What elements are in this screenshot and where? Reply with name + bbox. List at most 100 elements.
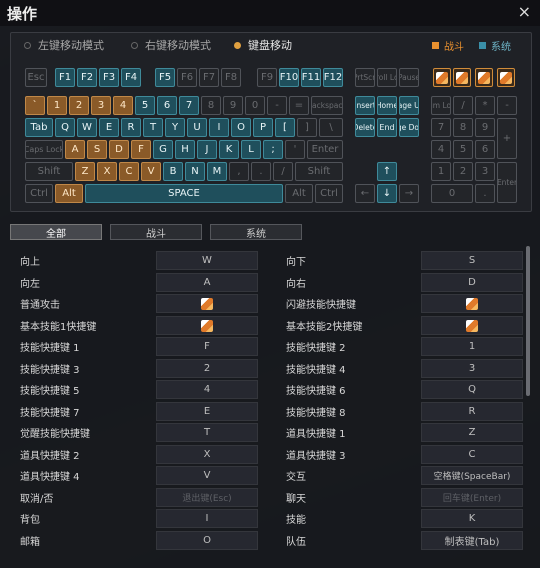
key-left-bracket[interactable]: [ — [275, 118, 295, 137]
binding-key-button[interactable]: O — [156, 531, 258, 550]
key-5[interactable]: 5 — [135, 96, 155, 115]
key-end[interactable]: End — [377, 118, 397, 137]
key-backspace[interactable]: Backspace — [311, 96, 343, 115]
key-quote[interactable]: ' — [285, 140, 305, 159]
key-f4[interactable]: F4 — [121, 68, 141, 87]
binding-key-button[interactable]: 3 — [421, 359, 523, 378]
key-g[interactable]: G — [153, 140, 173, 159]
key-f2[interactable]: F2 — [77, 68, 97, 87]
key-f10[interactable]: F10 — [279, 68, 299, 87]
key-u[interactable]: U — [187, 118, 207, 137]
tab-combat[interactable]: 战斗 — [110, 224, 202, 240]
binding-key-button[interactable]: S — [421, 251, 523, 270]
list-scrollbar[interactable] — [526, 246, 530, 396]
skill-slot-4[interactable] — [497, 68, 515, 87]
key-num-1[interactable]: 1 — [431, 162, 451, 181]
key-shift-right[interactable]: Shift — [295, 162, 343, 181]
key-esc[interactable]: Esc — [25, 68, 47, 87]
key-alt-left[interactable]: Alt — [55, 184, 83, 203]
key-f8[interactable]: F8 — [221, 68, 241, 87]
key-page-up[interactable]: Page Up — [399, 96, 419, 115]
binding-key-button[interactable]: 回车键(Enter) — [421, 488, 523, 507]
binding-key-button[interactable]: 制表键(Tab) — [421, 531, 523, 550]
binding-key-button[interactable]: 空格键(SpaceBar) — [421, 466, 523, 485]
key-insert[interactable]: Insert — [355, 96, 375, 115]
key-o[interactable]: O — [231, 118, 251, 137]
key-f9[interactable]: F9 — [257, 68, 277, 87]
key-l[interactable]: L — [241, 140, 261, 159]
key-r[interactable]: R — [121, 118, 141, 137]
key-ctrl-right[interactable]: Ctrl — [315, 184, 343, 203]
key-y[interactable]: Y — [165, 118, 185, 137]
key-arrow-right[interactable]: → — [399, 184, 419, 203]
key-num-enter[interactable]: Enter — [497, 162, 517, 203]
key-num-decimal[interactable]: . — [475, 184, 495, 203]
binding-key-button[interactable]: W — [156, 251, 258, 270]
key-n[interactable]: N — [185, 162, 205, 181]
key-z[interactable]: Z — [75, 162, 95, 181]
key-t[interactable]: T — [143, 118, 163, 137]
tab-all[interactable]: 全部 — [10, 224, 102, 240]
skill-slot-3[interactable] — [475, 68, 493, 87]
key-1[interactable]: 1 — [47, 96, 67, 115]
binding-key-button[interactable]: K — [421, 509, 523, 528]
key-equals[interactable]: = — [289, 96, 309, 115]
key-q[interactable]: Q — [55, 118, 75, 137]
key-num-3[interactable]: 3 — [475, 162, 495, 181]
key-minus[interactable]: - — [267, 96, 287, 115]
key-num-lock[interactable]: Num Lock — [431, 96, 451, 115]
binding-key-button[interactable]: C — [421, 445, 523, 464]
binding-key-button[interactable] — [156, 316, 258, 335]
key-c[interactable]: C — [119, 162, 139, 181]
key-arrow-left[interactable]: ← — [355, 184, 375, 203]
binding-key-button[interactable]: E — [156, 402, 258, 421]
key-h[interactable]: H — [175, 140, 195, 159]
key-space[interactable]: SPACE — [85, 184, 283, 203]
key-x[interactable]: X — [97, 162, 117, 181]
key-8[interactable]: 8 — [201, 96, 221, 115]
mode-keyboard-radio[interactable]: 键盘移动 — [234, 37, 292, 53]
binding-key-button[interactable] — [421, 316, 523, 335]
key-scroll-lock[interactable]: Scroll Lock — [377, 68, 397, 87]
key-e[interactable]: E — [99, 118, 119, 137]
key-a[interactable]: A — [65, 140, 85, 159]
key-shift-left[interactable]: Shift — [25, 162, 73, 181]
key-s[interactable]: S — [87, 140, 107, 159]
binding-key-button[interactable]: 4 — [156, 380, 258, 399]
key-tab[interactable]: Tab — [25, 118, 53, 137]
mode-left-click-radio[interactable]: 左键移动模式 — [24, 37, 104, 53]
key-num-2[interactable]: 2 — [453, 162, 473, 181]
binding-key-button[interactable]: 1 — [421, 337, 523, 356]
key-num-5[interactable]: 5 — [453, 140, 473, 159]
key-num-7[interactable]: 7 — [431, 118, 451, 137]
key-num-0[interactable]: 0 — [431, 184, 473, 203]
key-i[interactable]: I — [209, 118, 229, 137]
key-f12[interactable]: F12 — [323, 68, 343, 87]
key-2[interactable]: 2 — [69, 96, 89, 115]
key-p[interactable]: P — [253, 118, 273, 137]
key-6[interactable]: 6 — [157, 96, 177, 115]
key-comma[interactable]: , — [229, 162, 249, 181]
key-m[interactable]: M — [207, 162, 227, 181]
binding-key-button[interactable]: T — [156, 423, 258, 442]
key-3[interactable]: 3 — [91, 96, 111, 115]
key-0[interactable]: 0 — [245, 96, 265, 115]
key-home[interactable]: Home — [377, 96, 397, 115]
key-v[interactable]: V — [141, 162, 161, 181]
key-pause[interactable]: Pause — [399, 68, 419, 87]
binding-key-button[interactable]: Z — [421, 423, 523, 442]
binding-key-button[interactable]: Q — [421, 380, 523, 399]
binding-key-button[interactable]: V — [156, 466, 258, 485]
key-num-divide[interactable]: / — [453, 96, 473, 115]
key-backslash[interactable]: \ — [319, 118, 343, 137]
key-9[interactable]: 9 — [223, 96, 243, 115]
key-enter[interactable]: Enter — [307, 140, 343, 159]
key-num-9[interactable]: 9 — [475, 118, 495, 137]
mode-right-click-radio[interactable]: 右键移动模式 — [131, 37, 211, 53]
binding-key-button[interactable]: 2 — [156, 359, 258, 378]
key-period[interactable]: . — [251, 162, 271, 181]
key-caps-lock[interactable]: Caps Lock — [25, 140, 63, 159]
key-f[interactable]: F — [131, 140, 151, 159]
binding-key-button[interactable]: D — [421, 273, 523, 292]
key-4[interactable]: 4 — [113, 96, 133, 115]
